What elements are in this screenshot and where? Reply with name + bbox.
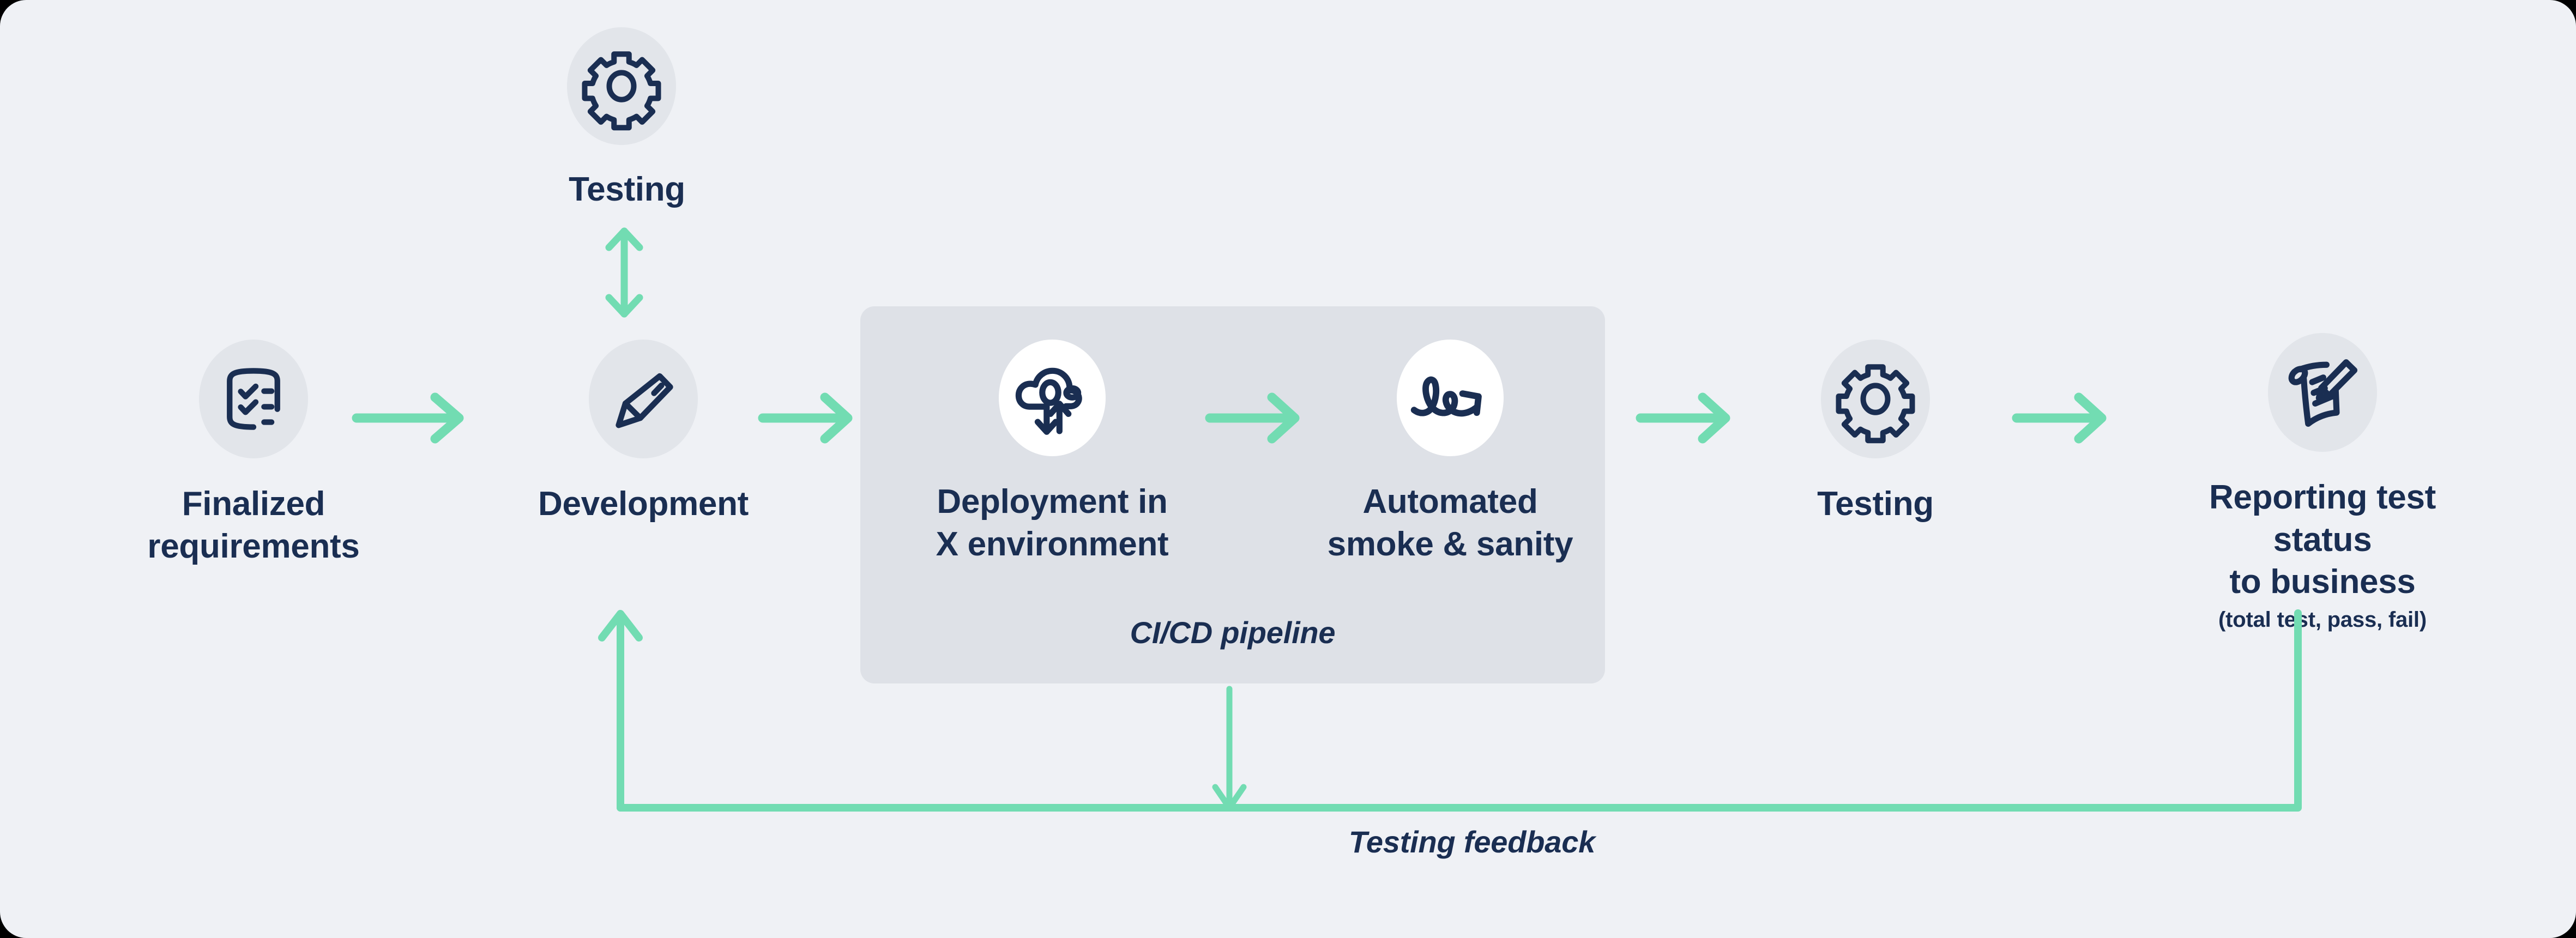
loop-arrow-icon: [1410, 376, 1482, 417]
right-arrow-icon-5: [2012, 392, 2107, 444]
right-arrow-icon-4: [1636, 392, 1730, 444]
stage-testing: Testing: [1745, 334, 2006, 525]
stage-label: Development: [538, 485, 749, 523]
stage-automated-smoke-sanity: Automated smoke & sanity: [1300, 327, 1600, 565]
diagram-canvas: CI/CD pipeline Testing Finalized require…: [0, 0, 2576, 938]
top-testing-label: Testing: [569, 171, 685, 208]
feedback-loop-path: [598, 609, 2302, 812]
bidirectional-vertical-arrow-icon: [605, 227, 643, 318]
stage-development: Development: [507, 334, 780, 525]
deployment-icon-wrap: [987, 327, 1118, 469]
stage-label: Automated smoke & sanity: [1327, 483, 1573, 563]
testing-icon-wrap: [1810, 334, 1941, 464]
gear-icon: [1836, 364, 1915, 444]
right-arrow-icon-2: [758, 392, 853, 444]
stage-top-testing: [556, 21, 687, 152]
development-icon-wrap: [578, 334, 709, 464]
report-pencil-icon: [2288, 359, 2358, 427]
stage-label: Finalized requirements: [147, 485, 360, 565]
pencil-icon: [616, 373, 673, 428]
right-arrow-icon-3: [1205, 392, 1300, 444]
top-testing-icon-wrap: [556, 21, 687, 152]
gear-icon: [582, 51, 661, 131]
stage-deployment: Deployment in X environment: [902, 327, 1202, 565]
stage-finalized-requirements: Finalized requirements: [139, 334, 368, 567]
automated-smoke-sanity-icon-wrap: [1385, 327, 1516, 469]
reporting-icon-wrap: [2257, 327, 2388, 458]
cloud-deploy-icon: [1015, 367, 1082, 435]
feedback-loop-label: Testing feedback: [1348, 825, 1596, 859]
stage-label: Testing: [1817, 485, 1934, 523]
stage-label: Deployment in X environment: [936, 483, 1169, 563]
right-arrow-icon-1: [352, 392, 464, 444]
finalized-requirements-icon-wrap: [188, 334, 319, 464]
checklist-icon: [227, 368, 280, 430]
